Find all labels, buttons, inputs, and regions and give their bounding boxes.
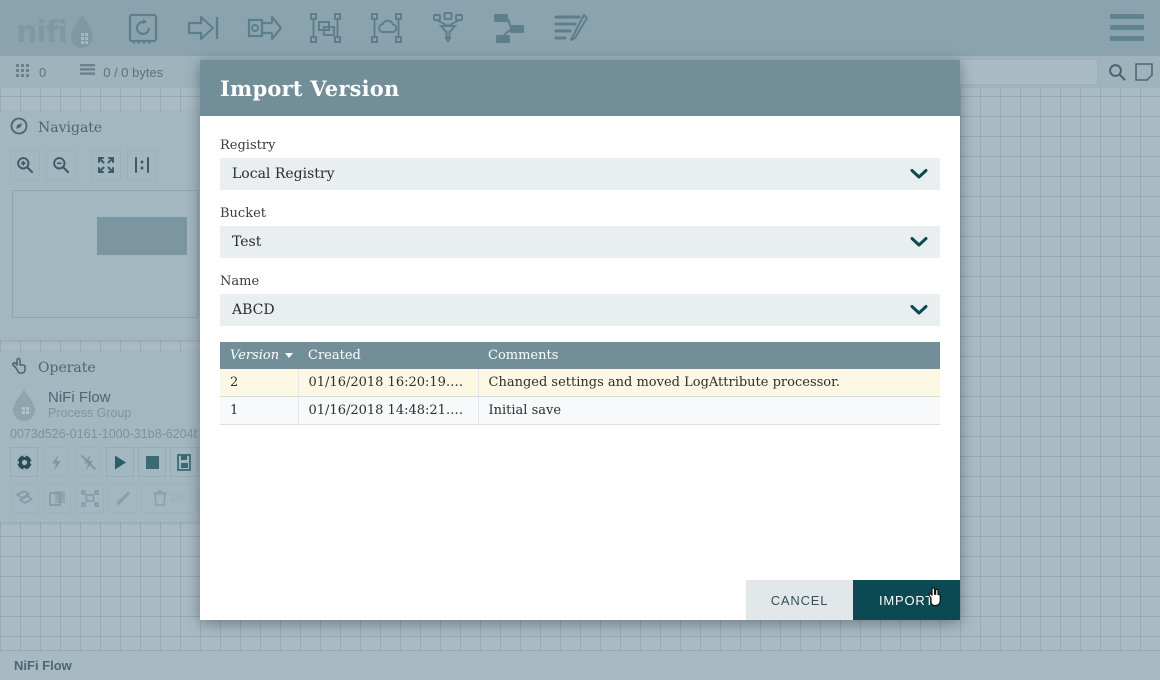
- version-table: Version Created Comments 201/16/2018 16:…: [220, 342, 940, 425]
- import-version-dialog: Import Version Registry Local Registry B…: [200, 60, 960, 620]
- label-icon[interactable]: [548, 8, 592, 48]
- registry-field: Registry Local Registry: [220, 138, 940, 190]
- funnel-icon[interactable]: [426, 8, 470, 48]
- logo-droplet-icon: [69, 14, 95, 48]
- cell-created: 01/16/2018 16:20:19.309: [298, 369, 478, 397]
- registry-value: Local Registry: [232, 166, 335, 182]
- hamburger-bar: [1110, 36, 1144, 41]
- column-header-version[interactable]: Version: [220, 342, 298, 369]
- start-icon[interactable]: [106, 447, 134, 477]
- dialog-footer: CANCEL IMPORT: [200, 580, 960, 620]
- operate-panel-title: Operate: [38, 360, 96, 376]
- name-select[interactable]: ABCD: [220, 294, 940, 326]
- chevron-down-icon: [910, 304, 928, 316]
- dialog-header: Import Version: [200, 60, 960, 116]
- registry-label: Registry: [220, 138, 940, 153]
- operate-flow-name: NiFi Flow: [48, 389, 131, 406]
- processor-count: 0: [39, 65, 46, 80]
- process-group-droplet-icon: [10, 388, 40, 422]
- paste-icon: [43, 483, 72, 513]
- import-button[interactable]: IMPORT: [853, 580, 960, 620]
- nifi-logo: nifi: [16, 8, 95, 48]
- cell-comments: Initial save: [478, 397, 940, 425]
- breadcrumb-bar: NiFi Flow: [0, 650, 1160, 680]
- breadcrumb[interactable]: NiFi Flow: [14, 658, 72, 673]
- delete-label: DE: [171, 492, 186, 504]
- operate-actions-row-2: DE: [10, 483, 198, 513]
- cell-created: 01/16/2018 14:48:21.899: [298, 397, 478, 425]
- bucket-field: Bucket Test: [220, 206, 940, 258]
- chevron-down-icon: [910, 168, 928, 180]
- operate-flow-type: Process Group: [48, 406, 131, 421]
- color-icon: [108, 483, 137, 513]
- top-toolbar: nifi: [0, 0, 1160, 56]
- notes-icon[interactable]: [1132, 60, 1156, 84]
- hand-pointer-icon: [10, 357, 28, 379]
- search-icon[interactable]: [1104, 60, 1130, 84]
- column-header-created[interactable]: Created: [298, 342, 478, 369]
- operate-target: NiFi Flow Process Group: [10, 388, 198, 422]
- input-port-icon[interactable]: [182, 8, 226, 48]
- dialog-title: Import Version: [220, 76, 399, 101]
- name-value: ABCD: [232, 302, 275, 318]
- grid-icon: [16, 64, 31, 80]
- group-icon: [75, 483, 104, 513]
- template-icon[interactable]: [487, 8, 531, 48]
- process-group-icon[interactable]: [304, 8, 348, 48]
- name-label: Name: [220, 274, 940, 289]
- column-header-comments[interactable]: Comments: [478, 342, 940, 369]
- import-button-label: IMPORT: [879, 593, 934, 608]
- logo-text: nifi: [16, 18, 67, 48]
- remote-process-group-icon[interactable]: [365, 8, 409, 48]
- global-menu-button[interactable]: [1110, 14, 1144, 41]
- zoom-actual-icon[interactable]: [127, 150, 157, 180]
- navigate-panel-header: Navigate: [0, 112, 208, 144]
- enable-icon: [42, 447, 70, 477]
- dialog-body: Registry Local Registry Bucket Test: [200, 116, 960, 580]
- hamburger-bar: [1110, 14, 1144, 19]
- column-label: Version: [230, 348, 279, 363]
- output-port-icon[interactable]: [243, 8, 287, 48]
- sort-desc-icon: [285, 353, 293, 358]
- minimap-viewport[interactable]: [97, 217, 187, 255]
- cancel-button[interactable]: CANCEL: [746, 580, 853, 620]
- name-field: Name ABCD: [220, 274, 940, 326]
- zoom-out-icon[interactable]: [46, 150, 76, 180]
- queue-icon: [80, 64, 95, 80]
- compass-icon: [10, 117, 28, 139]
- operate-flow-id: 0073d526-0161-1000-31b8-6204b9: [10, 427, 198, 441]
- hamburger-bar: [1110, 25, 1144, 30]
- cell-version: 1: [220, 397, 298, 425]
- navigate-controls: [0, 144, 208, 180]
- navigate-panel: Navigate: [0, 112, 208, 340]
- stop-icon[interactable]: [138, 447, 166, 477]
- table-header-row: Version Created Comments: [220, 342, 940, 369]
- zoom-fit-icon[interactable]: [91, 150, 121, 180]
- queue-stats-group: 0 / 0 bytes: [80, 64, 163, 80]
- delete-icon: DE: [141, 483, 198, 513]
- bucket-select[interactable]: Test: [220, 226, 940, 258]
- table-row[interactable]: 101/16/2018 14:48:21.899Initial save: [220, 397, 940, 425]
- bucket-value: Test: [232, 234, 261, 250]
- disable-icon: [74, 447, 102, 477]
- cell-comments: Changed settings and moved LogAttribute …: [478, 369, 940, 397]
- zoom-in-icon[interactable]: [10, 150, 40, 180]
- registry-select[interactable]: Local Registry: [220, 158, 940, 190]
- operate-panel: Operate NiFi Flow Process Group 0073d526…: [0, 352, 208, 522]
- bucket-label: Bucket: [220, 206, 940, 221]
- operate-actions-row-1: [10, 447, 198, 477]
- operate-panel-header: Operate: [0, 352, 208, 384]
- chevron-down-icon: [910, 236, 928, 248]
- processor-count-group: 0: [16, 64, 46, 80]
- table-row[interactable]: 201/16/2018 16:20:19.309Changed settings…: [220, 369, 940, 397]
- queue-stats: 0 / 0 bytes: [103, 65, 163, 80]
- configure-icon[interactable]: [10, 447, 38, 477]
- processor-icon[interactable]: [121, 8, 165, 48]
- copy-icon: [10, 483, 39, 513]
- template-save-icon[interactable]: [170, 447, 198, 477]
- navigate-panel-title: Navigate: [38, 120, 102, 136]
- minimap[interactable]: [12, 190, 198, 318]
- cell-version: 2: [220, 369, 298, 397]
